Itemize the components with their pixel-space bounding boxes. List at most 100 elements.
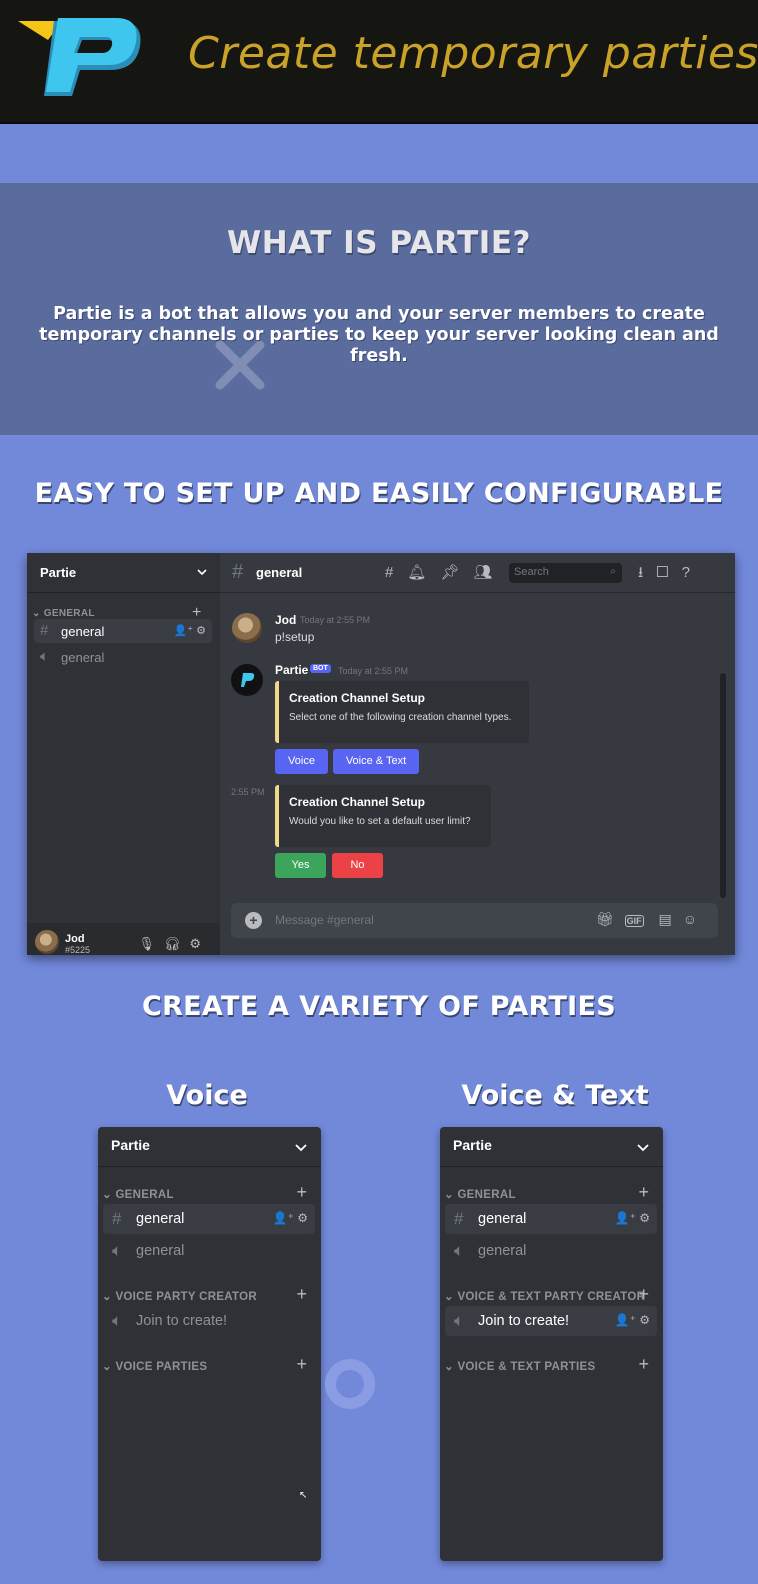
channel-text-general[interactable]: # general 👤⁺ ⚙ bbox=[34, 619, 212, 643]
channel-title: general bbox=[256, 565, 303, 580]
category-label: VOICE PARTIES bbox=[115, 1361, 208, 1373]
partie-logo-icon bbox=[18, 18, 141, 96]
invite-settings-icons[interactable]: 👤⁺ ⚙ bbox=[615, 1313, 650, 1327]
channel-label: general bbox=[478, 1211, 527, 1227]
jod-avatar[interactable] bbox=[232, 613, 262, 643]
chevron-down-icon bbox=[637, 1144, 649, 1152]
embed-title: Creation Channel Setup bbox=[289, 795, 426, 809]
hash-icon: # bbox=[40, 622, 49, 639]
setup-embed-2: Creation Channel Setup Would you like to… bbox=[275, 785, 491, 847]
speaker-icon: 🔈︎ bbox=[454, 1311, 465, 1330]
channel-voice-general[interactable]: 🔈︎ general bbox=[445, 1236, 657, 1266]
scrollbar[interactable] bbox=[720, 673, 726, 898]
server-name: Partie bbox=[111, 1137, 150, 1153]
site-header: Create temporary parties. bbox=[0, 0, 758, 124]
bot-badge: BOT bbox=[310, 664, 331, 673]
partie-bot-avatar[interactable] bbox=[231, 664, 263, 696]
hash-icon: # bbox=[112, 1209, 122, 1228]
server-name: Partie bbox=[453, 1137, 492, 1153]
speaker-icon: 🔈︎ bbox=[112, 1311, 123, 1330]
channel-voice-general[interactable]: 🔈︎ general bbox=[103, 1236, 315, 1266]
embed-description: Select one of the following creation cha… bbox=[289, 712, 512, 723]
voice-button[interactable]: Voice bbox=[275, 749, 328, 774]
add-channel-icon[interactable]: + bbox=[296, 1355, 307, 1373]
parties-section-title: CREATE A VARIETY OF PARTIES bbox=[141, 991, 617, 1022]
message-author[interactable]: Jod bbox=[275, 613, 296, 627]
no-button[interactable]: No bbox=[332, 853, 383, 878]
server-header[interactable]: Partie bbox=[440, 1127, 663, 1167]
channel-label: general bbox=[61, 624, 105, 639]
what-is-description: Partie is a bot that allows you and your… bbox=[39, 304, 719, 366]
message-placeholder: Message #general bbox=[275, 913, 374, 927]
user-name: Jod bbox=[65, 933, 85, 945]
message-time: Today at 2:55 PM bbox=[300, 615, 371, 625]
channel-join-to-create[interactable]: 🔈︎ Join to create! bbox=[103, 1306, 315, 1336]
search-icon: ⌕ bbox=[610, 566, 616, 577]
discord-window: Partie ⌄ GENERAL + # general 👤⁺ ⚙ 🔈︎ gen… bbox=[27, 553, 735, 955]
add-channel-icon[interactable]: + bbox=[296, 1183, 307, 1201]
add-channel-icon[interactable]: + bbox=[638, 1183, 649, 1201]
voice-channel-panel: Partie ⌄ GENERAL + # general 👤⁺ ⚙ 🔈︎ gen… bbox=[98, 1127, 321, 1561]
category-voice-parties[interactable]: ⌄ VOICE PARTIES bbox=[102, 1359, 207, 1373]
hash-icon: # bbox=[232, 561, 244, 583]
category-voicetext-parties[interactable]: ⌄ VOICE & TEXT PARTIES bbox=[444, 1359, 596, 1373]
thread-bell-pin-members-icons[interactable]: #🔔︎📌︎👥︎ bbox=[385, 563, 506, 581]
speaker-icon: 🔈︎ bbox=[40, 648, 50, 665]
add-channel-icon[interactable]: + bbox=[638, 1285, 649, 1303]
user-avatar[interactable] bbox=[35, 930, 59, 954]
category-label: GENERAL bbox=[43, 608, 95, 619]
voicetext-panel-title: Voice & Text bbox=[461, 1080, 649, 1111]
channel-join-to-create[interactable]: 🔈︎ Join to create! 👤⁺ ⚙ bbox=[445, 1306, 657, 1336]
message-time: 2:55 PM bbox=[231, 787, 265, 797]
message-text: p!setup bbox=[275, 630, 315, 644]
category-voice-party-creator[interactable]: ⌄ VOICE PARTY CREATOR bbox=[102, 1289, 257, 1303]
add-channel-icon[interactable]: + bbox=[638, 1355, 649, 1373]
speaker-icon: 🔈︎ bbox=[454, 1241, 465, 1260]
add-channel-icon[interactable]: + bbox=[296, 1285, 307, 1303]
invite-settings-icons[interactable]: 👤⁺ ⚙ bbox=[615, 1211, 650, 1225]
channel-label: Join to create! bbox=[136, 1313, 228, 1329]
server-header[interactable]: Partie bbox=[27, 553, 220, 593]
gift-gif-sticker-emoji-icons[interactable]: 🎁︎ GIF ▤☺︎ bbox=[596, 911, 708, 928]
server-name: Partie bbox=[40, 565, 77, 580]
upload-plus-icon[interactable]: + bbox=[245, 912, 262, 929]
channel-label: general bbox=[61, 650, 105, 665]
category-label: VOICE & TEXT PARTY CREATOR bbox=[457, 1291, 646, 1303]
yes-button[interactable]: Yes bbox=[275, 853, 326, 878]
category-label: GENERAL bbox=[457, 1189, 516, 1201]
message-author[interactable]: Partie bbox=[275, 663, 308, 677]
category-general[interactable]: ⌄ GENERAL bbox=[102, 1187, 174, 1201]
channel-sidebar: Partie ⌄ GENERAL + # general 👤⁺ ⚙ 🔈︎ gen… bbox=[27, 553, 220, 955]
category-general[interactable]: ⌄ GENERAL bbox=[32, 608, 95, 619]
category-label: VOICE PARTY CREATOR bbox=[115, 1291, 258, 1303]
category-voicetext-party-creator[interactable]: ⌄ VOICE & TEXT PARTY CREATOR bbox=[444, 1289, 645, 1303]
channel-voice-general[interactable]: 🔈︎ general bbox=[34, 645, 212, 669]
invite-settings-icons[interactable]: 👤⁺ ⚙ bbox=[273, 1211, 308, 1225]
what-is-section: WHAT IS PARTIE? Partie is a bot that all… bbox=[0, 183, 758, 435]
channel-label: Join to create! bbox=[478, 1313, 570, 1329]
channel-label: general bbox=[136, 1243, 185, 1259]
download-inbox-help-icons[interactable]: ⭳☐? bbox=[638, 562, 703, 587]
mouse-cursor-icon: ↖ bbox=[299, 1490, 308, 1501]
message-time: Today at 2:55 PM bbox=[338, 666, 409, 676]
chevron-down-icon bbox=[295, 1144, 307, 1152]
server-header[interactable]: Partie bbox=[98, 1127, 321, 1167]
embed-description: Would you like to set a default user lim… bbox=[289, 816, 471, 827]
setup-section-title: EASY TO SET UP AND EASILY CONFIGURABLE bbox=[34, 478, 724, 509]
user-tag: #5225 bbox=[65, 945, 91, 955]
category-label: GENERAL bbox=[115, 1189, 174, 1201]
voice-panel-title: Voice bbox=[166, 1080, 248, 1111]
invite-settings-icons[interactable]: 👤⁺ ⚙ bbox=[174, 624, 206, 637]
search-input[interactable]: Search ⌕ bbox=[509, 563, 622, 583]
tagline: Create temporary parties. bbox=[188, 28, 758, 79]
channel-label: general bbox=[478, 1243, 527, 1259]
mic-headset-settings-icons[interactable]: 🎙︎🎧︎⚙ bbox=[138, 936, 210, 952]
channel-label: general bbox=[136, 1211, 185, 1227]
message-input[interactable]: + Message #general 🎁︎ GIF ▤☺︎ bbox=[231, 903, 718, 938]
category-general[interactable]: ⌄ GENERAL bbox=[444, 1187, 516, 1201]
user-panel: Jod #5225 🎙︎🎧︎⚙ bbox=[27, 923, 220, 955]
search-placeholder: Search bbox=[514, 566, 549, 578]
channel-text-general[interactable]: # general 👤⁺ ⚙ bbox=[445, 1204, 657, 1234]
channel-text-general[interactable]: # general 👤⁺ ⚙ bbox=[103, 1204, 315, 1234]
voice-and-text-button[interactable]: Voice & Text bbox=[333, 749, 419, 774]
